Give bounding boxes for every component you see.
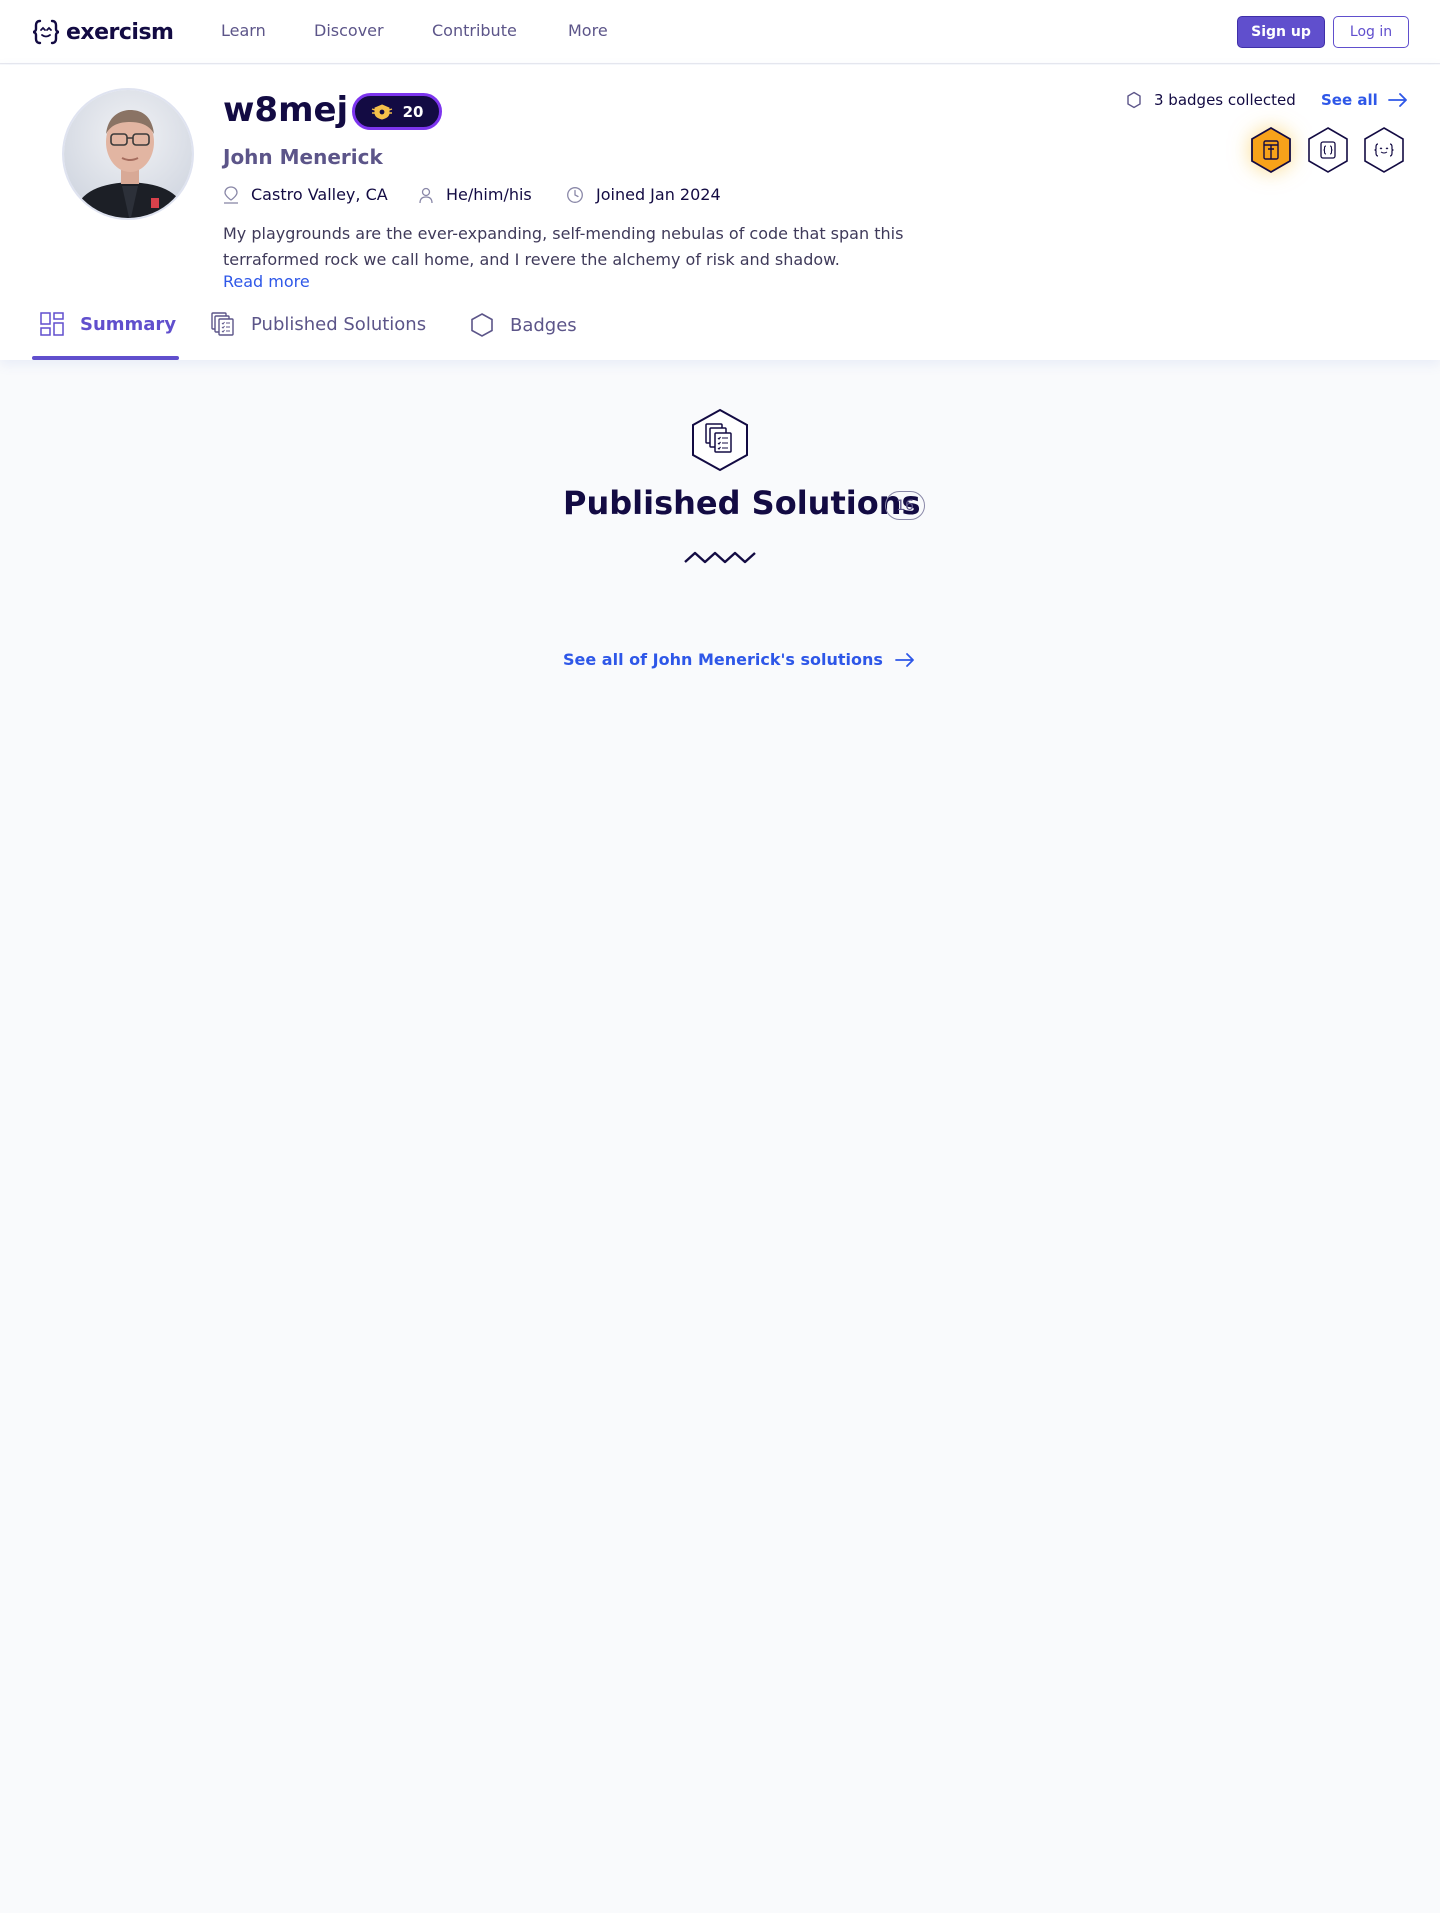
signup-button[interactable]: Sign up (1237, 16, 1325, 48)
avatar (62, 88, 194, 220)
badges-collected: 3 badges collected (1126, 91, 1296, 109)
tab-badges-label: Badges (510, 314, 577, 336)
see-all-label: See all (1321, 91, 1378, 109)
nav-learn[interactable]: Learn (221, 21, 266, 40)
arrow-right-icon (894, 652, 914, 667)
solutions-count: 16 (885, 491, 925, 520)
logo-text: exercism (66, 19, 174, 45)
badge-hex-icon (1127, 91, 1141, 109)
nav-contribute[interactable]: Contribute (432, 21, 517, 40)
see-all-badges-link[interactable]: See all (1321, 91, 1408, 109)
profile-pronouns: He/him/his (418, 185, 532, 204)
badge-hex-icon (471, 313, 493, 337)
person-icon (419, 187, 433, 203)
profile-joined: Joined Jan 2024 (566, 185, 721, 204)
arrow-right-icon (1387, 93, 1407, 107)
login-button[interactable]: Log in (1333, 16, 1409, 48)
tab-published-solutions[interactable]: Published Solutions (211, 312, 426, 336)
profile-full-name: John Menerick (223, 145, 383, 169)
nav-more[interactable]: More (568, 21, 608, 40)
zigzag-divider-icon (684, 551, 756, 564)
location-text: Castro Valley, CA (251, 185, 388, 204)
rare-badge-icon[interactable] (1249, 126, 1293, 174)
reputation-value: 20 (402, 102, 424, 121)
curly-braces-badge-icon[interactable] (1306, 126, 1350, 174)
profile-bio: My playgrounds are the ever-expanding, s… (223, 224, 904, 269)
clock-icon (567, 186, 583, 203)
exercism-logo-badge-icon[interactable] (1362, 126, 1406, 174)
reputation-icon (371, 103, 392, 120)
avatar-photo (64, 90, 192, 218)
summary-icon (40, 312, 64, 336)
active-tab-indicator (32, 356, 179, 360)
tab-summary-label: Summary (80, 313, 177, 335)
profile-location: Castro Valley, CA (223, 185, 388, 204)
published-solutions-icon (692, 408, 748, 472)
solutions-icon (211, 312, 234, 336)
tab-solutions-label: Published Solutions (251, 313, 427, 335)
top-navigation: exercism Learn Discover Contribute More … (0, 0, 1440, 64)
read-more-link[interactable]: Read more (223, 272, 310, 291)
badges-collected-text: 3 badges collected (1154, 91, 1296, 109)
location-icon (224, 185, 238, 204)
profile-handle: w8mej (223, 90, 349, 130)
see-all-solutions-link[interactable]: See all of John Menerick's solutions (563, 650, 915, 669)
tab-badges[interactable]: Badges (470, 312, 577, 338)
reputation-badge[interactable]: 20 (352, 93, 442, 130)
exercism-logo[interactable]: exercism (32, 18, 174, 46)
exercism-logo-icon (32, 19, 60, 45)
nav-discover[interactable]: Discover (314, 21, 384, 40)
published-solutions-title: Published Solutions (563, 484, 921, 522)
tab-summary[interactable]: Summary (40, 312, 176, 336)
joined-text: Joined Jan 2024 (596, 185, 721, 204)
pronouns-text: He/him/his (446, 185, 532, 204)
see-all-solutions-label: See all of John Menerick's solutions (563, 650, 883, 669)
